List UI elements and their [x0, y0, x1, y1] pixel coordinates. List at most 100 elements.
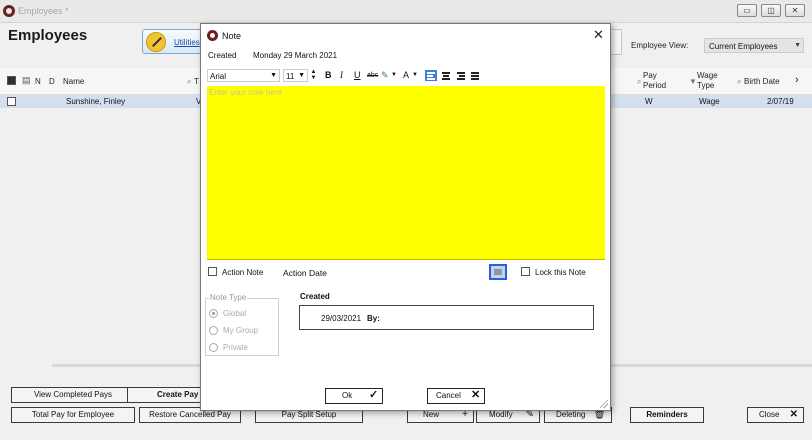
font-size-select[interactable]: 11 ▼: [283, 69, 308, 82]
utilities-button[interactable]: Utilities: [142, 29, 204, 54]
checkmark-icon: ✓: [369, 389, 379, 401]
column-birth-date[interactable]: Birth Date: [744, 77, 780, 86]
calendar-button[interactable]: [489, 264, 507, 280]
lock-note-label: Lock this Note: [535, 268, 586, 277]
close-button[interactable]: Close ✕: [747, 407, 804, 423]
reminders-button[interactable]: Reminders: [630, 407, 704, 423]
note-type-global-label: Global: [223, 309, 247, 318]
row-birth-date: 2/07/19: [767, 97, 794, 106]
created-value: Monday 29 March 2021: [253, 51, 338, 60]
font-size-spinner[interactable]: ▲ ▼: [310, 69, 317, 82]
note-type-mygroup-label: My Group: [223, 326, 259, 335]
view-completed-pays-button[interactable]: View Completed Pays: [11, 387, 135, 403]
created-info-box: 29/03/2021 By:: [299, 305, 594, 330]
underline-icon[interactable]: U: [354, 69, 361, 82]
note-type-legend: Note Type: [209, 293, 248, 302]
note-text-area[interactable]: Enter your note here: [207, 86, 605, 260]
row-checkbox[interactable]: [7, 97, 16, 106]
note-type-private-radio[interactable]: [209, 343, 218, 352]
created-date: 29/03/2021: [321, 314, 362, 323]
action-note-label: Action Note: [222, 268, 264, 277]
highlighter-icon[interactable]: ✎: [381, 69, 389, 82]
column-t[interactable]: T: [194, 77, 199, 86]
minimize-icon: ▭: [743, 6, 751, 15]
note-type-mygroup-radio[interactable]: [209, 326, 218, 335]
note-type-global-radio[interactable]: [209, 309, 218, 318]
justify-icon[interactable]: [469, 70, 481, 81]
filter-icon: ⌕: [737, 77, 742, 86]
resize-grip-icon[interactable]: [600, 400, 608, 408]
created-label: Created: [208, 51, 237, 60]
row-wage-type: Wage: [699, 97, 720, 106]
create-pay-button[interactable]: Create Pay: [127, 387, 207, 403]
minimize-button[interactable]: ▭: [737, 4, 757, 17]
bold-icon[interactable]: B: [325, 69, 332, 82]
window-title: Employees *: [18, 6, 69, 16]
font-family-value: Arial: [210, 72, 227, 81]
app-logo-icon: [207, 30, 218, 41]
page-title: Employees: [8, 27, 88, 44]
magic-wand-icon: [146, 32, 166, 52]
column-pay-period[interactable]: Pay Period: [643, 71, 675, 91]
formatting-toolbar: Arial ▼ 11 ▼ ▲ ▼ B I U abc ✎ ▼ A ▼: [207, 69, 482, 83]
chevron-down-icon: ▼: [270, 72, 277, 79]
app-logo-icon: [3, 5, 15, 17]
align-center-icon[interactable]: [440, 70, 452, 81]
filter-icon: ⌕: [187, 77, 192, 86]
align-right-icon[interactable]: [455, 70, 467, 81]
close-icon: ✕: [791, 6, 799, 15]
close-label: Close: [759, 410, 780, 419]
total-pay-button[interactable]: Total Pay for Employee: [11, 407, 135, 423]
calendar-icon: [494, 269, 502, 275]
ok-button[interactable]: Ok ✓: [325, 388, 383, 404]
font-family-select[interactable]: Arial ▼: [207, 69, 280, 82]
cancel-button[interactable]: Cancel ✕: [427, 388, 485, 404]
chevron-down-icon: ▼: [298, 72, 305, 79]
scroll-right-icon[interactable]: ›: [795, 74, 799, 86]
employee-view-select[interactable]: Current Employees ▼: [704, 38, 804, 53]
action-date-label: Action Date: [283, 268, 327, 278]
column-n[interactable]: N: [35, 77, 41, 86]
align-left-icon[interactable]: [425, 70, 437, 81]
close-icon: ✕: [471, 389, 481, 401]
column-wage-type[interactable]: Wage Type: [697, 71, 727, 91]
maximize-icon: ◫: [767, 6, 775, 15]
note-placeholder: Enter your note here: [209, 88, 282, 97]
chevron-down-icon[interactable]: ▼: [391, 69, 397, 82]
utilities-label: Utilities: [174, 38, 200, 47]
deleting-label: Deleting: [556, 410, 586, 419]
chevron-down-icon: ▼: [794, 42, 801, 49]
font-size-value: 11: [286, 72, 295, 81]
dialog-title: Note: [222, 31, 242, 41]
filter-icon: ⌕: [637, 77, 642, 86]
note-type-group: Note Type Global My Group Private: [205, 293, 279, 356]
strikethrough-icon[interactable]: abc: [367, 69, 378, 82]
lock-note-checkbox[interactable]: [521, 267, 530, 276]
modify-label: Modify: [489, 410, 513, 419]
select-all-checkbox[interactable]: [7, 76, 16, 85]
created-by-label: By:: [367, 314, 380, 323]
maximize-button[interactable]: ◫: [761, 4, 781, 17]
italic-icon[interactable]: I: [340, 69, 343, 82]
title-bar: Employees * ▭ ◫ ✕: [0, 0, 812, 23]
note-dialog: Note ✕ Created Monday 29 March 2021 Aria…: [200, 23, 611, 411]
chevron-down-icon[interactable]: ▼: [412, 69, 418, 82]
document-icon: ▤: [22, 75, 31, 85]
row-pay-period: W: [645, 97, 653, 106]
employee-view-label: Employee View:: [631, 41, 689, 50]
column-name[interactable]: Name: [63, 77, 84, 86]
close-icon: ✕: [789, 409, 798, 420]
action-note-checkbox[interactable]: [208, 267, 217, 276]
note-type-private-label: Private: [223, 343, 248, 352]
cancel-label: Cancel: [436, 391, 461, 400]
created-section-label: Created: [300, 292, 330, 301]
row-name: Sunshine, Finley: [66, 97, 126, 106]
font-color-icon[interactable]: A: [403, 69, 409, 82]
new-label: New: [423, 410, 440, 419]
column-d[interactable]: D: [49, 77, 55, 86]
funnel-icon: ▼: [689, 77, 697, 86]
dialog-close-icon[interactable]: ✕: [593, 27, 604, 43]
window-close-button[interactable]: ✕: [785, 4, 805, 17]
ok-label: Ok: [342, 391, 353, 400]
employee-view-value: Current Employees: [709, 42, 778, 51]
